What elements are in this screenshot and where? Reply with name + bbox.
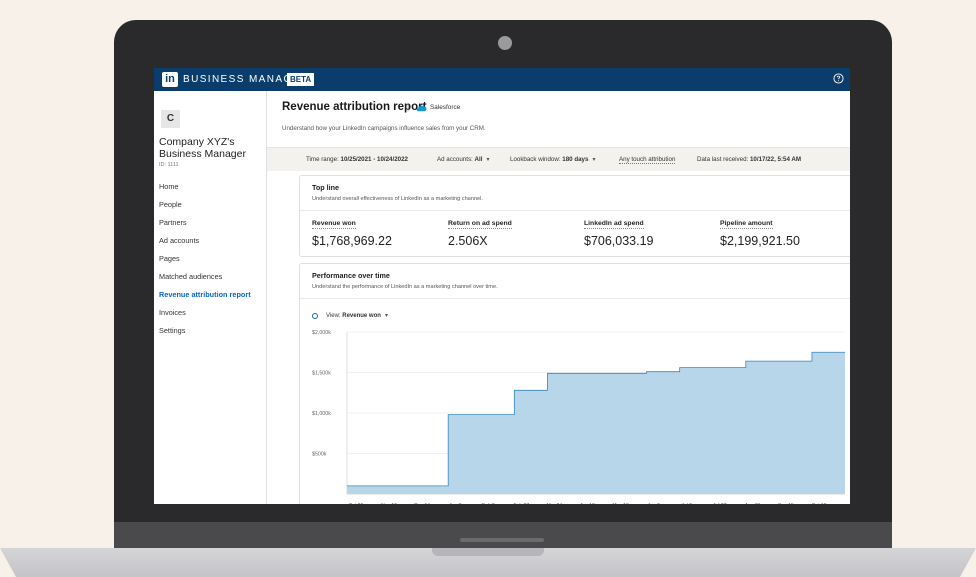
x-tick-label: Jul 27 [713, 503, 727, 504]
ad-accounts-filter[interactable]: Ad accounts: All ▾ [437, 156, 490, 163]
laptop-base-notch [432, 548, 544, 556]
revenue-area-chart: $500k $1,000k $1,500k $2,000k Oct 25 Nov 19 De… [312, 330, 845, 504]
top-line-title: Top line [312, 183, 340, 192]
x-tick-label: Jul 2 [681, 503, 692, 504]
view-value: Revenue won [342, 313, 381, 319]
x-tick-label: Feb 2 [482, 503, 495, 504]
view-selector[interactable]: View: Revenue won ▾ [326, 312, 388, 319]
company-id: ID: 1111 [159, 162, 179, 168]
x-tick-label: Feb 27 [514, 503, 530, 504]
y-tick-label: $500k [312, 452, 327, 458]
metric-label-linkedin-ad-spend[interactable]: LinkedIn ad spend [584, 220, 644, 229]
y-tick-label: $1,000k [312, 411, 331, 417]
sidebar-item-revenue-attribution-report[interactable]: Revenue attribution report [159, 290, 251, 299]
x-tick-label: Aug 21 [745, 503, 761, 504]
time-range-value: 10/25/2021 - 10/24/2022 [340, 156, 408, 163]
performance-title: Performance over time [312, 271, 390, 280]
x-tick-label: Nov 19 [381, 503, 397, 504]
series-indicator-icon [312, 313, 318, 319]
lookback-window-filter[interactable]: Lookback window: 180 days ▾ [510, 156, 596, 163]
x-tick-label: Dec 14 [414, 503, 430, 504]
top-line-card: Top line Understand overall effectivenes… [299, 175, 850, 257]
metric-value-pipeline-amount: $2,199,921.50 [720, 234, 800, 248]
x-tick-label: Mar 24 [547, 503, 563, 504]
card-divider [300, 298, 850, 299]
data-last-received: Data last received: 10/17/22, 5:54 AM [697, 156, 801, 163]
sidebar-item-pages[interactable]: Pages [159, 254, 180, 263]
sidebar-item-ad-accounts[interactable]: Ad accounts [159, 236, 199, 245]
ad-accounts-value: All [474, 156, 483, 163]
sidebar-item-home[interactable]: Home [159, 182, 178, 191]
laptop-lid-bezel [114, 522, 892, 548]
sidebar-item-partners[interactable]: Partners [159, 218, 187, 227]
sidebar: C Company XYZ's Business Manager ID: 111… [154, 91, 267, 504]
data-received-value: 10/17/22, 5:54 AM [749, 156, 802, 163]
x-tick-label: Apr 18 [580, 503, 595, 504]
page-title: Revenue attribution report [282, 101, 427, 113]
company-avatar[interactable]: C [161, 110, 180, 128]
caret-down-icon: ▾ [384, 313, 388, 319]
x-tick-label: Oct 25 [349, 503, 364, 504]
screen: in BUSINESS MANAGER BETA C Company XYZ's… [154, 68, 850, 504]
camera-icon [498, 36, 512, 50]
caret-down-icon: ▾ [486, 156, 490, 163]
lookback-label: Lookback window: [510, 156, 561, 163]
attribution-model-link[interactable]: Any touch attribution [619, 156, 676, 164]
metric-value-return-on-ad-spend: 2.506X [448, 234, 488, 248]
top-nav-bar: in BUSINESS MANAGER BETA [154, 68, 850, 91]
laptop-slot [460, 538, 544, 542]
title-separator: | [407, 103, 410, 112]
metric-value-revenue-won: $1,768,969.22 [312, 234, 392, 248]
salesforce-cloud-icon [416, 105, 427, 112]
help-icon[interactable] [833, 73, 844, 84]
data-received-label: Data last received: [697, 156, 749, 163]
performance-card: Performance over time Understand the per… [299, 263, 850, 504]
x-tick-label: Jun 7 [647, 503, 659, 504]
time-range-filter[interactable]: Time range: 10/25/2021 - 10/24/2022 [306, 156, 408, 163]
top-line-subtitle: Understand overall effectiveness of Link… [312, 196, 483, 202]
metric-label-return-on-ad-spend[interactable]: Return on ad spend [448, 220, 512, 229]
x-tick-label: Oct 10 [812, 503, 827, 504]
y-tick-label: $2,000k [312, 330, 331, 336]
caret-down-icon: ▾ [592, 156, 596, 163]
time-range-label: Time range: [306, 156, 339, 163]
linkedin-logo[interactable]: in [162, 72, 178, 87]
company-name: Company XYZ's Business Manager [159, 136, 246, 160]
view-label: View: [326, 313, 341, 319]
salesforce-label: Salesforce [430, 104, 461, 111]
performance-subtitle: Understand the performance of LinkedIn a… [312, 284, 498, 290]
metric-label-pipeline-amount[interactable]: Pipeline amount [720, 220, 773, 229]
sidebar-item-people[interactable]: People [159, 200, 182, 209]
sidebar-item-matched-audiences[interactable]: Matched audiences [159, 272, 222, 281]
page-header: Revenue attribution report | Salesforce … [267, 91, 850, 148]
x-tick-label: May 13 [612, 503, 629, 504]
x-tick-label: Sep 15 [778, 503, 794, 504]
y-tick-label: $1,500k [312, 371, 331, 377]
metric-value-linkedin-ad-spend: $706,033.19 [584, 234, 654, 248]
card-divider [300, 210, 850, 211]
lookback-value: 180 days [562, 156, 589, 163]
x-tick-label: Jan 8 [449, 503, 461, 504]
sidebar-item-settings[interactable]: Settings [159, 326, 185, 335]
filter-bar: Time range: 10/25/2021 - 10/24/2022 Ad a… [267, 148, 850, 171]
ad-accounts-label: Ad accounts: [437, 156, 473, 163]
metric-label-revenue-won[interactable]: Revenue won [312, 220, 356, 229]
beta-badge: BETA [287, 73, 315, 86]
sidebar-item-invoices[interactable]: Invoices [159, 308, 186, 317]
page-subtitle: Understand how your LinkedIn campaigns i… [282, 125, 486, 132]
